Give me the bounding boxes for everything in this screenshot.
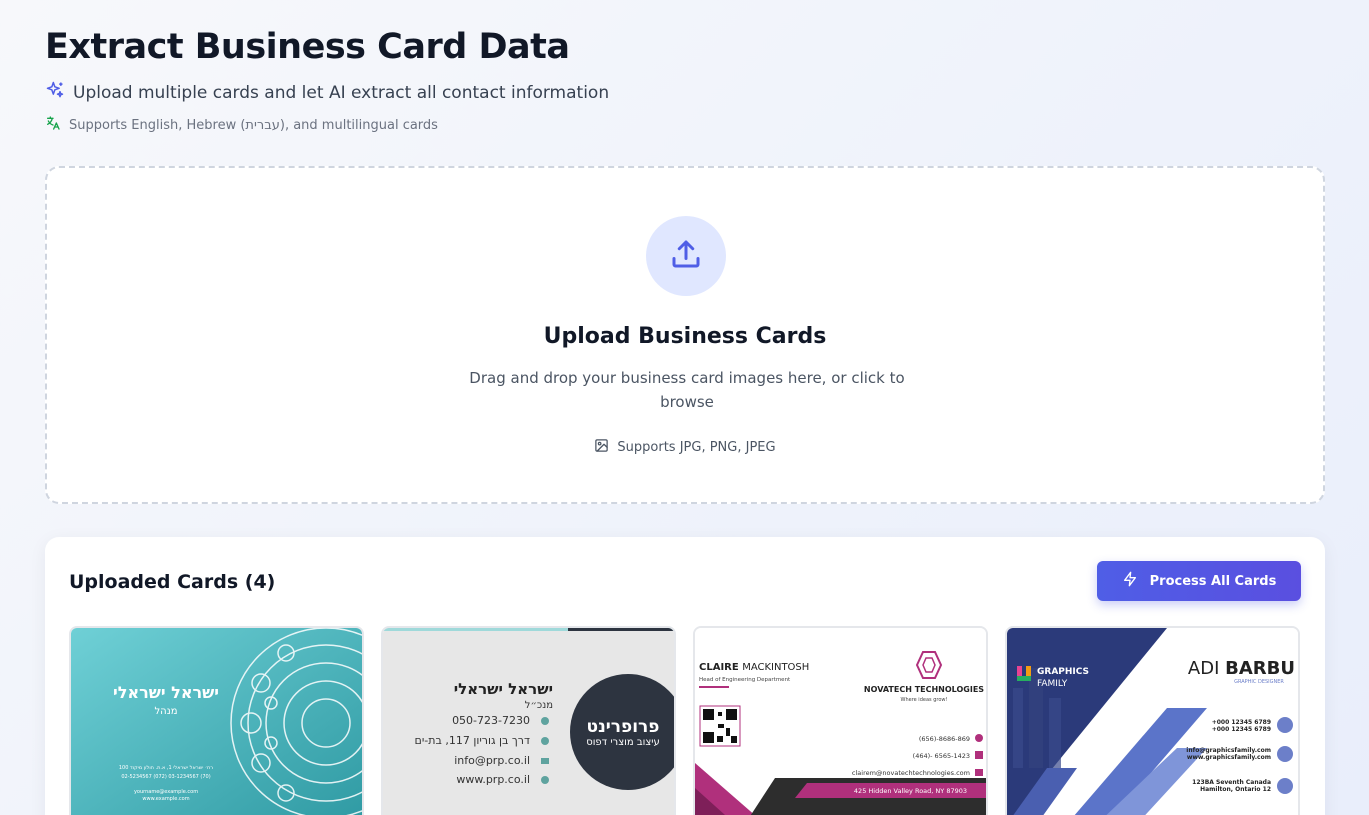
card1-phones: 02-5234567 (072) 03-1234567 (70) — [121, 774, 210, 780]
process-all-cards-label: Process All Cards — [1149, 573, 1277, 589]
card1-role: מנהל — [154, 706, 177, 717]
svg-text:CLAIRE MACKINTOSH: CLAIRE MACKINTOSH — [699, 662, 809, 673]
lightning-icon — [1122, 571, 1138, 591]
card3-first-name: CLAIRE — [699, 662, 739, 673]
card4-address1: 123BA Seventh Canada — [1192, 779, 1271, 786]
card3-phone1: (656)-8686-869 — [919, 735, 970, 743]
card1-email: yourname@example.com — [134, 789, 198, 795]
card-image-2: פרופרינט עיצוב מוצרי דפוס ישראל ישראלי מ… — [383, 628, 674, 815]
card4-phone1: +000 12345 6789 — [1212, 719, 1271, 726]
card4-brand2: FAMILY — [1037, 679, 1068, 689]
upload-formats: Supports JPG, PNG, JPEG — [47, 438, 1323, 457]
card1-name: ישראל ישראלי — [113, 683, 219, 702]
card1-web: www.example.com — [142, 796, 189, 802]
card3-address: 425 Hidden Valley Road, NY 87903 — [854, 787, 967, 795]
card2-web: www.prp.co.il — [456, 773, 530, 786]
card2-logo: פרופרינט — [587, 717, 660, 737]
subtitle-text: Upload multiple cards and let AI extract… — [73, 82, 610, 103]
uploaded-cards-panel: Uploaded Cards (4) Process All Cards ישר… — [45, 537, 1325, 815]
qr-code — [699, 705, 741, 747]
uploaded-card-3[interactable]: CLAIRE MACKINTOSH Head of Engineering De… — [693, 626, 988, 815]
card2-tagline: עיצוב מוצרי דפוס — [586, 737, 660, 748]
card2-email: info@prp.co.il — [454, 754, 530, 767]
svg-text:ADI BARBU: ADI BARBU — [1188, 658, 1295, 679]
card2-name: ישראל ישראלי — [454, 680, 553, 698]
uploaded-card-1[interactable]: ישראל ישראלי מנהל רח׳ ישראל ישראלי 1, א.… — [69, 626, 364, 815]
card2-phone: 050-723-7230 — [452, 714, 530, 727]
upload-icon — [668, 236, 704, 276]
card4-email: info@graphicsfamily.com — [1186, 747, 1271, 754]
card3-slogan: Where ideas grow! — [901, 697, 948, 703]
languages-note: Supports English, Hebrew (עברית), and mu… — [45, 115, 438, 135]
card4-address2: Hamilton, Ontario 12 — [1200, 786, 1271, 793]
card3-last-name: MACKINTOSH — [742, 662, 809, 673]
card-image-4: GRAPHICS FAMILY ADI BARBU GRAPHIC DESIGN… — [1007, 628, 1298, 815]
upload-formats-text: Supports JPG, PNG, JPEG — [617, 440, 776, 455]
card-grid: ישראל ישראלי מנהל רח׳ ישראל ישראלי 1, א.… — [69, 626, 1300, 815]
languages-note-text: Supports English, Hebrew (עברית), and mu… — [69, 117, 438, 133]
upload-icon-circle — [646, 216, 726, 296]
card4-first-name: ADI — [1188, 658, 1219, 679]
card2-role: מנכ״ל — [525, 700, 553, 711]
card3-role: Head of Engineering Department — [699, 677, 791, 683]
card1-address: רח׳ ישראל ישראלי 1, א.ת. חולון מיקוד 100 — [119, 765, 213, 771]
card-image-1: ישראל ישראלי מנהל רח׳ ישראל ישראלי 1, א.… — [71, 628, 362, 815]
translate-icon — [45, 115, 61, 135]
card4-phone2: +000 12345 6789 — [1212, 726, 1271, 733]
card3-email: clairem@novatechtechnologies.com — [852, 769, 970, 777]
card2-address: דרך בן גוריון 117, בת-ים — [415, 734, 530, 747]
uploaded-card-2[interactable]: פרופרינט עיצוב מוצרי דפוס ישראל ישראלי מ… — [381, 626, 676, 815]
page-title: Extract Business Card Data — [45, 27, 570, 67]
card3-phone2: (464)- 6565-1423 — [913, 752, 970, 760]
upload-dropzone[interactable]: Upload Business Cards Drag and drop your… — [45, 166, 1325, 504]
card4-brand1: GRAPHICS — [1037, 667, 1089, 677]
uploaded-card-4[interactable]: GRAPHICS FAMILY ADI BARBU GRAPHIC DESIGN… — [1005, 626, 1300, 815]
card4-last-name: BARBU — [1225, 658, 1295, 679]
card4-web: www.graphicsfamily.com — [1187, 754, 1271, 761]
card3-contact-icons — [975, 734, 983, 776]
card4-role: GRAPHIC DESIGNER — [1234, 679, 1284, 685]
uploaded-cards-title: Uploaded Cards (4) — [69, 571, 276, 593]
card4-contact-icons — [1277, 717, 1293, 794]
upload-title: Upload Business Cards — [543, 324, 827, 349]
upload-description: Drag and drop your business card images … — [469, 369, 905, 411]
card-image-3: CLAIRE MACKINTOSH Head of Engineering De… — [695, 628, 986, 815]
subtitle-row: Upload multiple cards and let AI extract… — [45, 80, 609, 105]
card3-company: NOVATECH TECHNOLOGIES — [864, 685, 984, 694]
process-all-cards-button[interactable]: Process All Cards — [1097, 561, 1301, 601]
image-icon — [594, 438, 609, 457]
sparkles-icon — [45, 80, 65, 105]
